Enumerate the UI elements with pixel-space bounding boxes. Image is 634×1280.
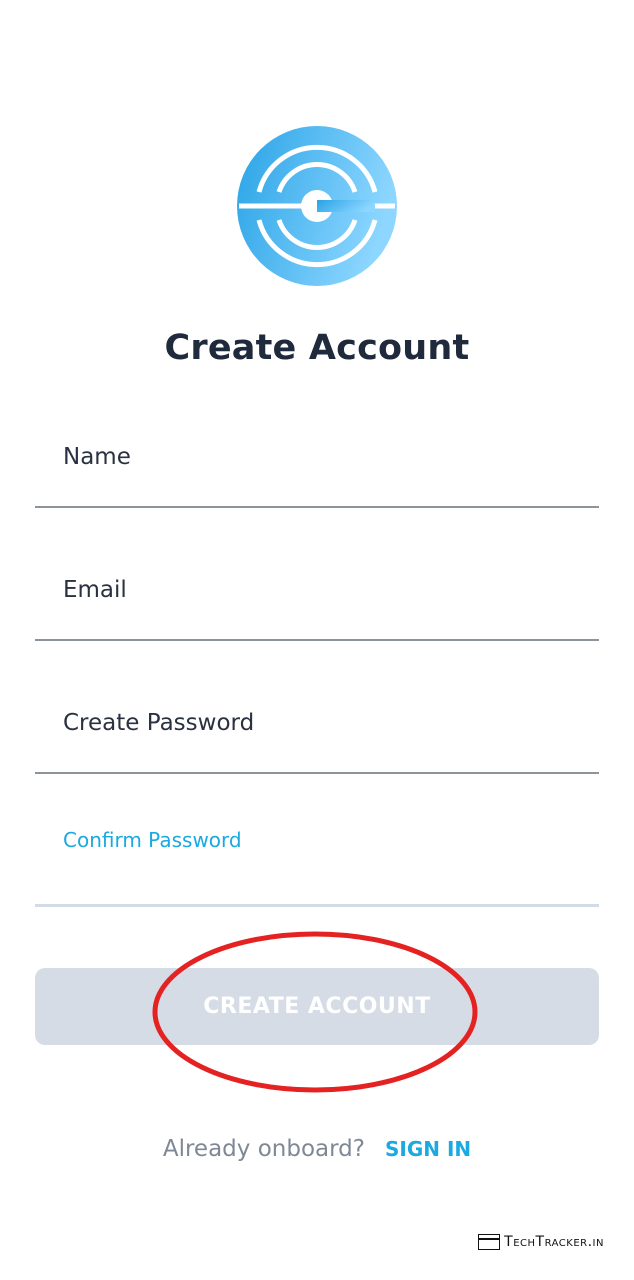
create-password-field[interactable]: Create Password bbox=[35, 684, 599, 780]
create-password-field-label: Create Password bbox=[63, 710, 255, 736]
create-password-field-underline bbox=[35, 772, 599, 774]
create-account-button-label: CREATE ACCOUNT bbox=[203, 994, 431, 1019]
watermark-text: TechTracker.in bbox=[504, 1234, 604, 1250]
confirm-password-field-label: Confirm Password bbox=[63, 828, 242, 852]
name-field-underline bbox=[35, 506, 599, 508]
already-onboard-text: Already onboard? bbox=[162, 1136, 365, 1162]
create-account-button[interactable]: CREATE ACCOUNT bbox=[35, 968, 599, 1045]
app-logo-icon bbox=[237, 126, 397, 286]
name-field-label: Name bbox=[63, 444, 131, 470]
confirm-password-field-underline bbox=[35, 904, 599, 907]
email-field-label: Email bbox=[63, 577, 127, 603]
email-field-underline bbox=[35, 639, 599, 641]
browser-window-icon bbox=[478, 1234, 501, 1250]
email-field[interactable]: Email bbox=[35, 551, 599, 647]
page-title: Create Account bbox=[164, 328, 470, 368]
confirm-password-field[interactable]: Confirm Password bbox=[35, 816, 599, 912]
name-field[interactable]: Name bbox=[35, 418, 599, 514]
signin-prompt: Already onboard? SIGN IN bbox=[0, 1136, 634, 1162]
sign-in-link[interactable]: SIGN IN bbox=[385, 1137, 471, 1161]
watermark: TechTracker.in bbox=[478, 1234, 604, 1250]
